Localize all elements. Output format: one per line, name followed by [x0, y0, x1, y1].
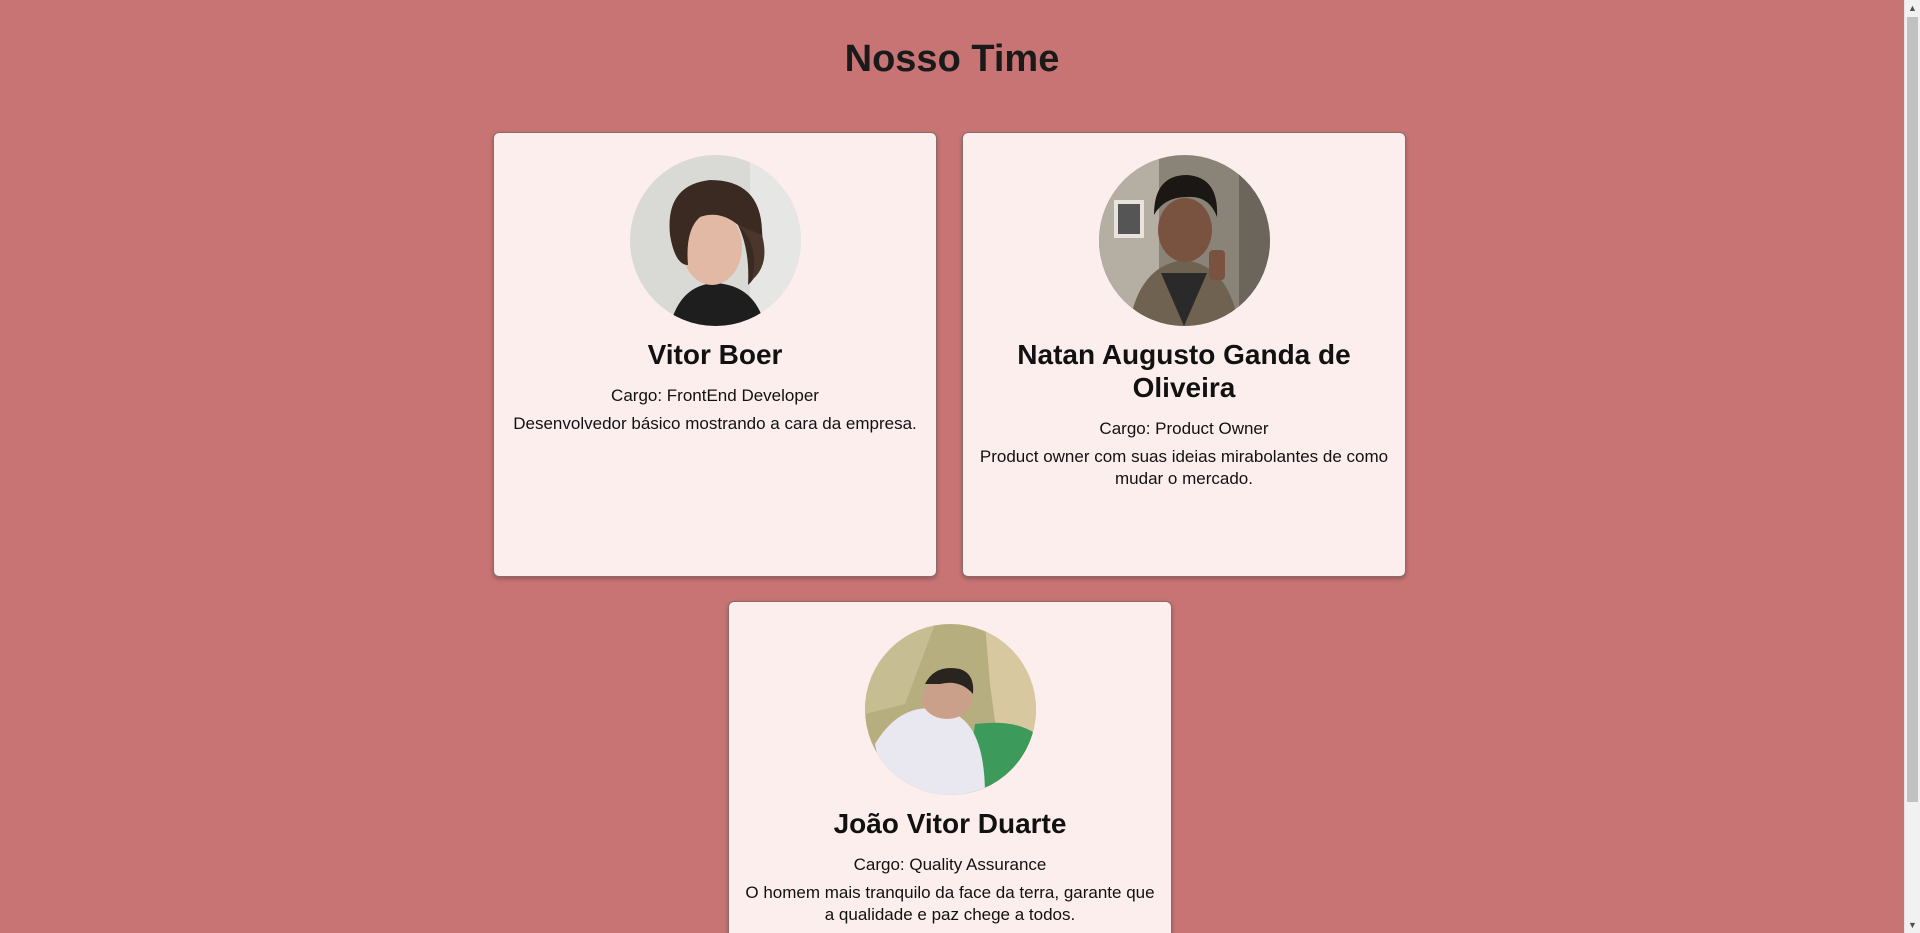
- team-member-card: Vitor Boer Cargo: FrontEnd Developer Des…: [493, 132, 937, 577]
- member-name: Natan Augusto Ganda de Oliveira: [1017, 339, 1351, 403]
- member-photo: [629, 155, 801, 326]
- member-photo: [864, 624, 1036, 795]
- member-name: João Vitor Duarte: [833, 808, 1067, 839]
- team-member-card: João Vitor Duarte Cargo: Quality Assuran…: [728, 601, 1172, 933]
- team-page: Nosso Time Vitor Boer Cargo: FrontEnd De…: [0, 0, 1904, 933]
- member-photo: [1098, 155, 1270, 326]
- scroll-thumb[interactable]: [1907, 17, 1918, 802]
- member-name: Vitor Boer: [647, 339, 783, 370]
- member-role: Cargo: FrontEnd Developer: [611, 386, 819, 405]
- vertical-scrollbar[interactable]: ▲ ▼: [1904, 0, 1920, 933]
- team-member-card: Natan Augusto Ganda de Oliveira Cargo: P…: [962, 132, 1406, 577]
- member-description: O homem mais tranquilo da face da terra,…: [745, 883, 1155, 924]
- member-role: Cargo: Product Owner: [1099, 419, 1269, 438]
- member-description: Desenvolvedor básico mostrando a cara da…: [513, 414, 917, 433]
- scroll-up-icon[interactable]: ▲: [1905, 0, 1920, 16]
- page-title: Nosso Time: [844, 38, 1060, 80]
- member-description: Product owner com suas ideias mirabolant…: [979, 447, 1389, 488]
- member-role: Cargo: Quality Assurance: [853, 855, 1047, 874]
- scroll-down-icon[interactable]: ▼: [1905, 917, 1920, 933]
